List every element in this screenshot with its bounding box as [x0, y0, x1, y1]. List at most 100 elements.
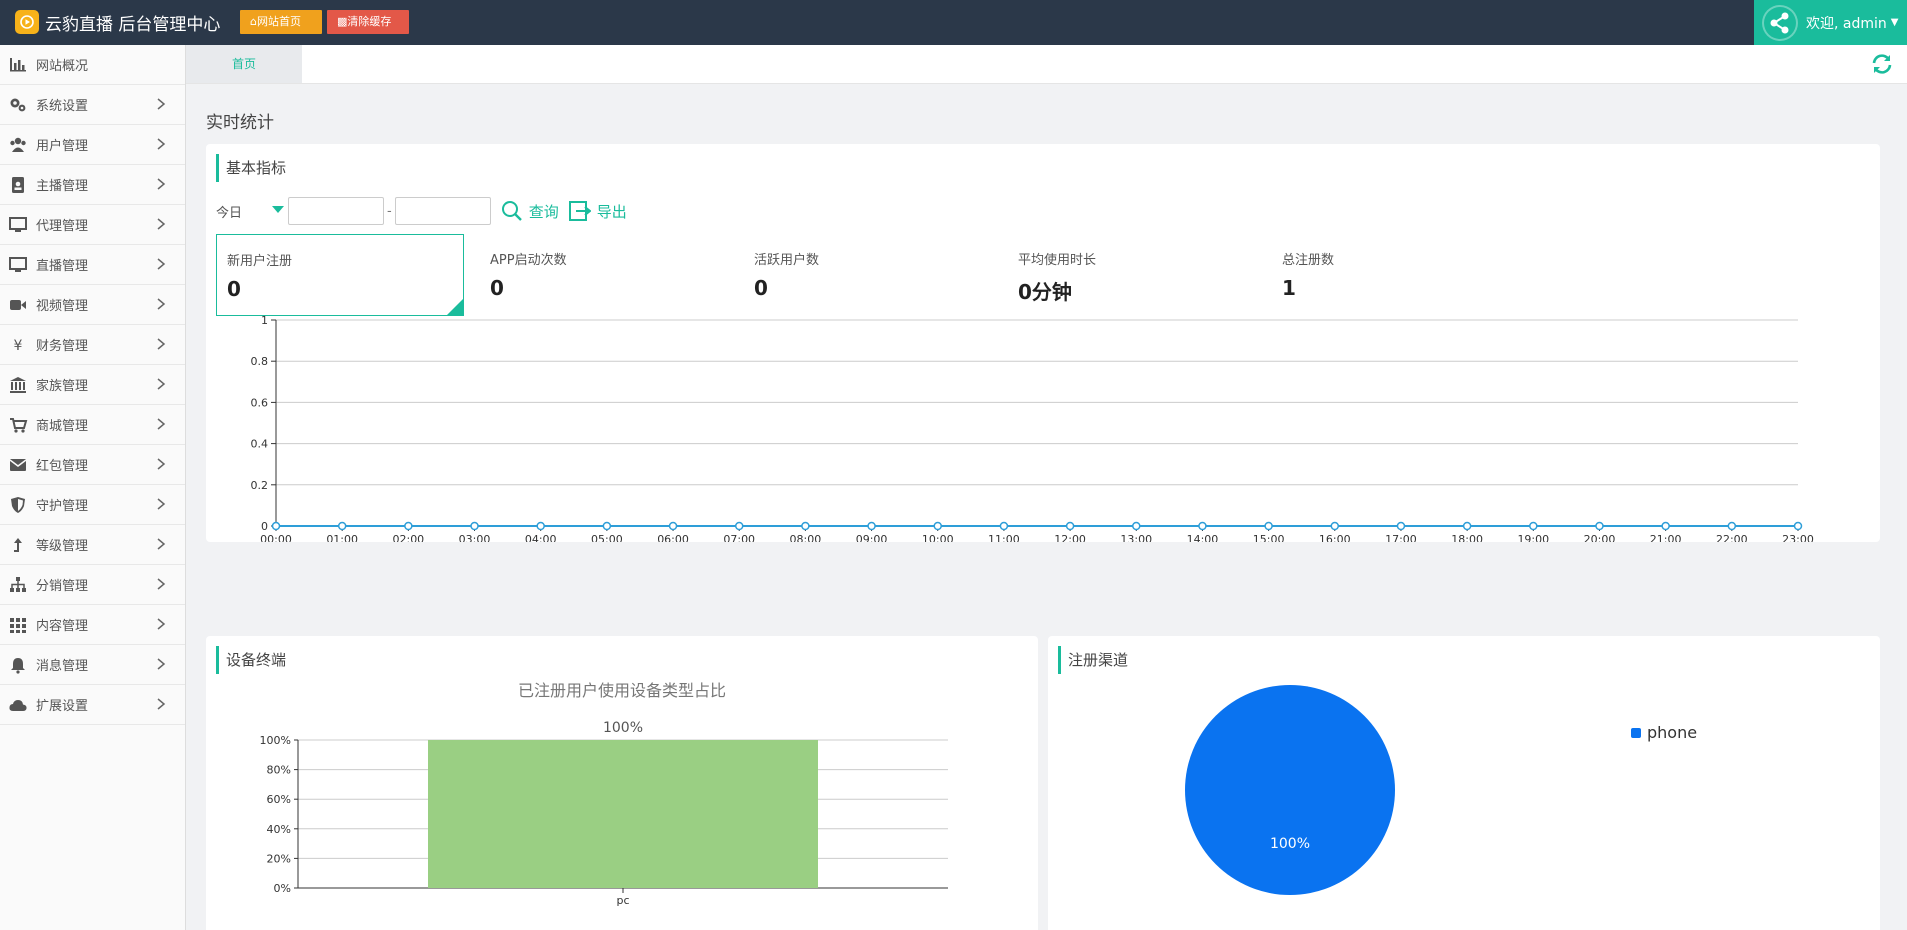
top-bar: 云豹直播 后台管理中心 ⌂网站首页 ▩清除缓存 欢迎, admin ▼	[0, 0, 1907, 45]
brand-title: 云豹直播 后台管理中心	[45, 14, 221, 35]
x-tick-label: 22:00	[1716, 533, 1748, 542]
x-tick-label: 10:00	[922, 533, 954, 542]
envelope-icon	[8, 455, 28, 475]
tab-home[interactable]: 首页	[186, 45, 302, 83]
sidebar-item-4[interactable]: 代理管理	[0, 205, 185, 245]
device-title: 设备终端	[216, 646, 286, 674]
data-point	[271, 521, 281, 531]
date-separator: -	[387, 203, 392, 219]
sidebar-item-7[interactable]: ¥ 财务管理	[0, 325, 185, 365]
sidebar-item-label: 主播管理	[36, 179, 89, 194]
stat-value: 0	[227, 277, 241, 301]
sidebar-item-5[interactable]: 直播管理	[0, 245, 185, 285]
end-date-input[interactable]	[394, 197, 491, 225]
x-tick-label: 05:00	[591, 533, 623, 542]
pie-slice	[1185, 685, 1395, 895]
channel-pie-chart: 100% phone	[1185, 685, 1697, 895]
data-point	[999, 521, 1009, 531]
sidebar-item-6[interactable]: 视频管理	[0, 285, 185, 325]
y-tick-label: 0.6	[251, 396, 269, 409]
chevron-right-icon	[153, 456, 169, 472]
sidebar-item-label: 红包管理	[36, 459, 89, 474]
data-point	[1661, 521, 1670, 531]
sidebar: 网站概况系统设置用户管理主播管理代理管理直播管理 视频管理 ¥ 财务管理 家族管理 商城管…	[0, 45, 186, 930]
sidebar-item-0[interactable]: 网站概况	[0, 45, 185, 85]
x-tick-label: 06:00	[657, 533, 689, 542]
sidebar-item-13[interactable]: 分销管理	[0, 565, 185, 605]
channel-title: 注册渠道	[1058, 646, 1128, 674]
bar-data-label: 100%	[603, 720, 643, 736]
search-icon	[501, 201, 522, 221]
chevron-right-icon	[153, 256, 169, 272]
sidebar-item-8[interactable]: 家族管理	[0, 365, 185, 405]
sidebar-item-label: 网站概况	[36, 59, 89, 74]
chevron-right-icon	[153, 216, 169, 232]
sidebar-item-11[interactable]: 守护管理	[0, 485, 185, 525]
y-tick-label: 60%	[267, 793, 291, 806]
cart-icon	[8, 415, 28, 435]
period-select[interactable]: 今日	[216, 202, 288, 221]
y-tick-label: 0.8	[251, 355, 269, 368]
sidebar-item-15[interactable]: 消息管理	[0, 645, 185, 685]
sidebar-item-16[interactable]: 扩展设置	[0, 685, 185, 725]
home-link-button[interactable]: ⌂网站首页	[240, 10, 322, 34]
query-label: 查询	[528, 202, 559, 221]
start-date-input[interactable]	[288, 197, 384, 225]
x-tick-label: 03:00	[459, 533, 491, 542]
bank-icon	[8, 375, 28, 395]
x-tick-label: 15:00	[1253, 533, 1285, 542]
sidebar-item-label: 代理管理	[36, 219, 89, 234]
refresh-icon[interactable]	[1869, 51, 1895, 77]
x-tick-label: 13:00	[1120, 533, 1152, 542]
data-point	[933, 521, 942, 531]
sidebar-item-3[interactable]: 主播管理	[0, 165, 185, 205]
sitemap-icon	[8, 575, 28, 595]
data-point	[1264, 521, 1273, 531]
sidebar-item-1[interactable]: 系统设置	[0, 85, 185, 125]
brand[interactable]: 云豹直播 后台管理中心	[15, 10, 221, 35]
desktop-icon	[8, 255, 28, 275]
x-tick-label: 18:00	[1451, 533, 1483, 542]
sidebar-item-10[interactable]: 红包管理	[0, 445, 185, 485]
monitor-icon	[8, 215, 28, 235]
user-menu[interactable]: 欢迎, admin ▼	[1754, 0, 1907, 45]
data-point	[1065, 521, 1075, 531]
data-point	[1330, 521, 1340, 531]
stat-label: APP启动次数	[490, 253, 567, 268]
caret-down-icon	[272, 205, 284, 213]
stat-value: 0	[490, 276, 504, 300]
grid-icon	[8, 615, 28, 635]
x-tick-label: 02:00	[392, 533, 424, 542]
clear-cache-button[interactable]: ▩清除缓存	[327, 10, 409, 34]
cloud-icon	[8, 695, 28, 715]
stat-value: 0分钟	[1018, 280, 1072, 304]
sidebar-item-12[interactable]: 等级管理	[0, 525, 185, 565]
bar	[428, 740, 818, 888]
export-button[interactable]: 导出	[568, 200, 627, 222]
sidebar-item-label: 系统设置	[36, 99, 89, 114]
sidebar-item-2[interactable]: 用户管理	[0, 125, 185, 165]
x-tick-label: 08:00	[790, 533, 822, 542]
y-tick-label: 0.2	[251, 479, 269, 492]
x-tick-label: 04:00	[525, 533, 557, 542]
export-icon	[568, 201, 591, 221]
x-tick-label: 07:00	[723, 533, 755, 542]
sidebar-item-14[interactable]: 内容管理	[0, 605, 185, 645]
y-tick-label: 0	[261, 520, 268, 533]
data-point	[1727, 521, 1737, 531]
x-tick-label: 20:00	[1584, 533, 1616, 542]
query-button[interactable]: 查询	[501, 200, 559, 222]
x-tick-label: pc	[616, 894, 629, 907]
legend-label: phone	[1647, 723, 1697, 742]
users-icon	[8, 135, 28, 155]
sidebar-item-9[interactable]: 商城管理	[0, 405, 185, 445]
x-tick-label: 19:00	[1517, 533, 1549, 542]
x-tick-label: 21:00	[1650, 533, 1682, 542]
stat-value: 1	[1282, 276, 1296, 300]
data-point	[337, 521, 347, 531]
y-tick-label: 40%	[267, 823, 291, 836]
filter-bar: 今日 - 查询 导出	[216, 196, 627, 226]
y-tick-label: 0.4	[251, 438, 269, 451]
chevron-right-icon	[153, 696, 169, 712]
legend-swatch	[1631, 728, 1641, 738]
